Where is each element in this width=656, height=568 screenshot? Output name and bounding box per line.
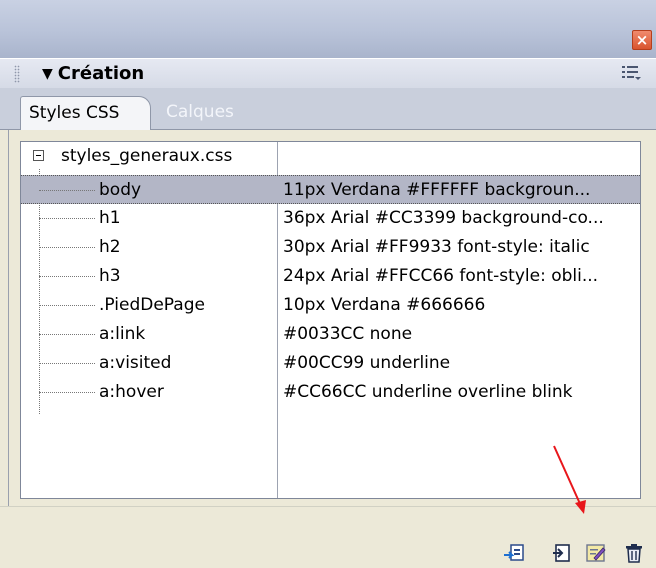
- css-rule-properties: 11px Verdana #FFFFFF backgroun...: [283, 180, 591, 200]
- css-rule-row[interactable]: h2 30px Arial #FF9933 font-style: italic: [21, 233, 640, 262]
- panel-left-edge: [0, 58, 9, 567]
- css-rule-row[interactable]: .PiedDePage 10px Verdana #666666: [21, 291, 640, 320]
- css-rules-tree: styles_generaux.css body 11px Verdana #F…: [20, 141, 641, 499]
- css-rule-properties: 30px Arial #FF9933 font-style: italic: [283, 237, 590, 257]
- css-rule-row[interactable]: a:link #0033CC none: [21, 320, 640, 349]
- attach-style-sheet-icon[interactable]: [503, 543, 525, 563]
- stylesheet-file-name: styles_generaux.css: [61, 146, 233, 166]
- css-rule-selector: body: [99, 180, 142, 200]
- css-rule-row[interactable]: h3 24px Arial #FFCC66 font-style: obli..…: [21, 262, 640, 291]
- panel-title-label: Création: [57, 63, 145, 84]
- panel-header[interactable]: ▼ Création: [0, 58, 656, 90]
- tree-branch-line: [39, 305, 95, 306]
- panel-footer-toolbar: [0, 506, 656, 568]
- css-rule-selector: .PiedDePage: [99, 295, 205, 315]
- close-icon[interactable]: ×: [632, 30, 652, 50]
- tree-branch-line: [39, 218, 95, 219]
- css-styles-panel-window: × ▼ Création Styles CSS Calques styles_ge…: [0, 0, 656, 568]
- css-rule-selector: h1: [99, 208, 121, 228]
- css-rule-properties: #CC66CC underline overline blink: [283, 382, 573, 402]
- css-rule-selector: a:visited: [99, 353, 172, 373]
- css-rule-properties: #0033CC none: [283, 324, 413, 344]
- edit-style-sheet-icon[interactable]: [585, 543, 607, 563]
- tab-styles-css[interactable]: Styles CSS: [20, 96, 151, 130]
- css-rule-selector: h3: [99, 266, 121, 286]
- tree-branch-line: [39, 276, 95, 277]
- window-titlebar[interactable]: ×: [0, 0, 656, 59]
- css-rule-properties: #00CC99 underline: [283, 353, 451, 373]
- trash-icon[interactable]: [623, 543, 645, 563]
- panel-title[interactable]: ▼ Création: [42, 62, 144, 87]
- css-rule-properties: 10px Verdana #666666: [283, 295, 486, 315]
- tree-branch-line: [39, 334, 95, 335]
- tree-branch-line: [39, 247, 95, 248]
- css-rule-row[interactable]: a:visited #00CC99 underline: [21, 349, 640, 378]
- panel-tabs: Styles CSS Calques: [0, 88, 656, 130]
- stylesheet-row[interactable]: styles_generaux.css: [21, 142, 640, 171]
- css-rule-row[interactable]: body 11px Verdana #FFFFFF backgroun...: [21, 175, 640, 204]
- css-rule-properties: 24px Arial #FFCC66 font-style: obli...: [283, 266, 599, 286]
- css-rule-properties: 36px Arial #CC3399 background-co...: [283, 208, 604, 228]
- tree-branch-line: [39, 392, 95, 393]
- new-css-style-icon[interactable]: [551, 543, 573, 563]
- css-rule-selector: a:link: [99, 324, 146, 344]
- drag-grip-icon[interactable]: [14, 65, 20, 83]
- tree-branch-line: [39, 363, 95, 364]
- collapse-minus-icon[interactable]: [33, 150, 44, 161]
- css-rule-row[interactable]: a:hover #CC66CC underline overline blink: [21, 378, 640, 407]
- css-rule-row[interactable]: h1 36px Arial #CC3399 background-co...: [21, 204, 640, 233]
- tab-calques[interactable]: Calques: [158, 96, 258, 129]
- tree-branch-line: [39, 190, 95, 191]
- css-rule-selector: a:hover: [99, 382, 164, 402]
- panel-options-icon[interactable]: [622, 65, 641, 81]
- collapse-triangle-icon[interactable]: ▼: [42, 66, 53, 82]
- css-rule-selector: h2: [99, 237, 121, 257]
